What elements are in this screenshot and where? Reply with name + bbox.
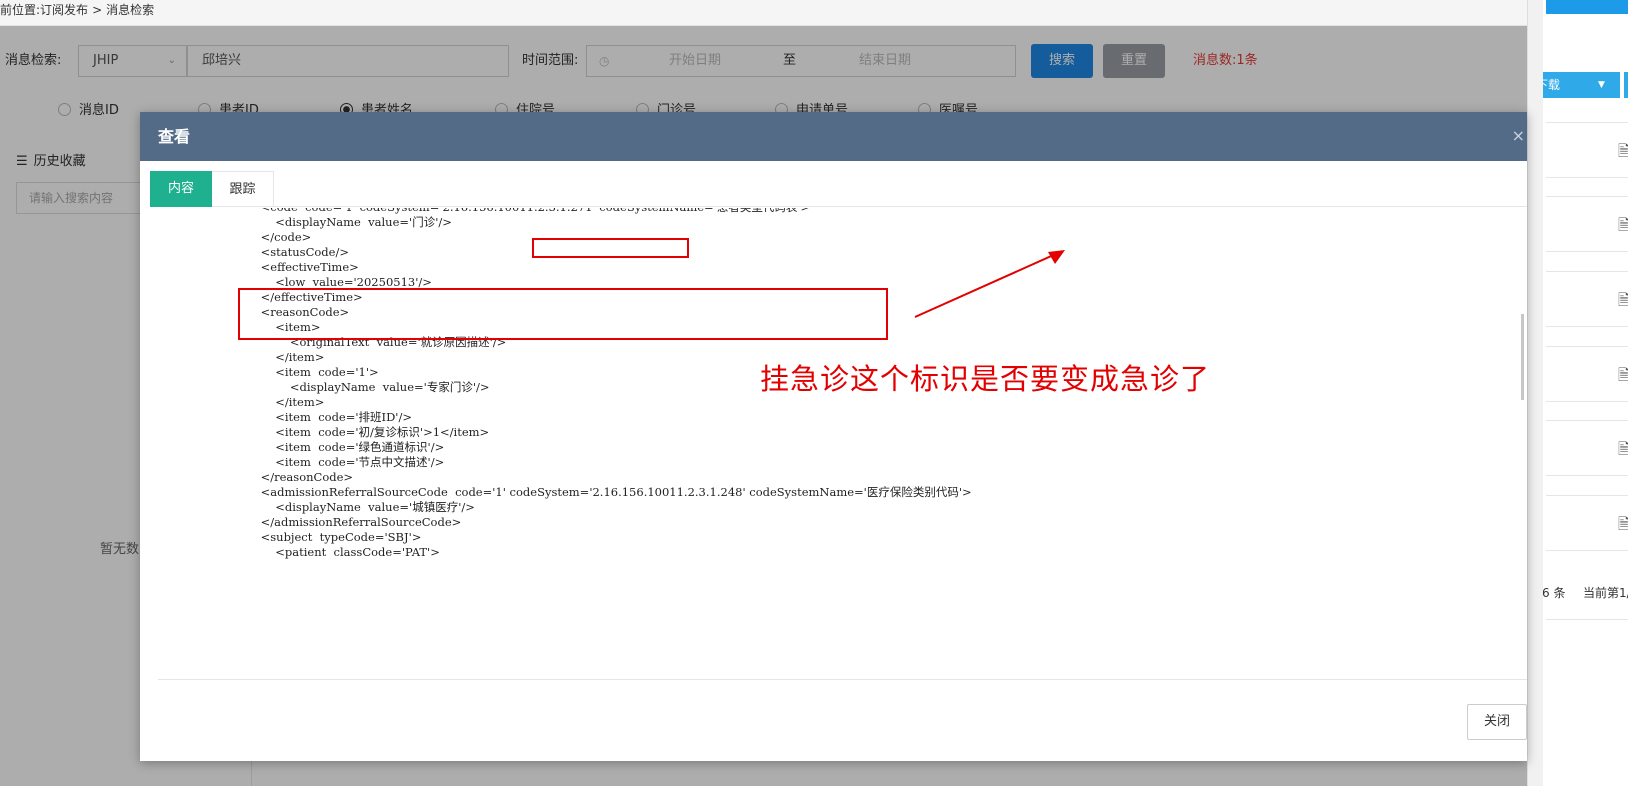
close-button[interactable]: 关闭 [1467, 704, 1527, 740]
scrollbar-thumb[interactable] [1531, 0, 1541, 786]
pager-current: 当前第1/ [1583, 586, 1628, 600]
code-line: <patient classCode='PAT'> [246, 545, 440, 559]
annotation-box-extension [532, 238, 689, 258]
annotation-arrow [914, 250, 1065, 318]
dialog-header: 查看 × [140, 112, 1527, 161]
code-line: </reasonCode> [246, 470, 354, 484]
code-line: <item code='节点中文描述'/> [246, 455, 445, 469]
xml-content-viewer[interactable]: <encounterEvent classCode='ENC' moodCode… [140, 208, 1527, 652]
annotation-box-code [238, 288, 888, 340]
breadcrumb-separator: > [92, 3, 103, 17]
document-search-icon[interactable]: 🗎 [1618, 215, 1628, 240]
breadcrumb-current: 消息检索 [106, 3, 155, 17]
login-button[interactable]: 登录 [1622, 72, 1628, 98]
code-line: <displayName value='专家门诊'/> [246, 380, 490, 394]
code-line: </item> [246, 350, 325, 364]
dialog-tabs: 内容 跟踪 [150, 171, 1527, 207]
breadcrumb-link[interactable]: 订阅发布 [40, 3, 88, 17]
dialog-title: 查看 [158, 127, 191, 146]
document-search-icon[interactable]: 🗎 [1618, 514, 1628, 539]
view-dialog: 查看 × 内容 跟踪 <encounterEvent classCode='EN… [140, 112, 1527, 761]
code-line: <subject typeCode='SBJ'> [246, 530, 422, 544]
breadcrumb-prefix: 前位置: [0, 3, 41, 17]
list-row: 🗎 [1546, 495, 1628, 551]
download-button[interactable]: 下载 ▼ [1542, 72, 1620, 98]
list-row: 🗎 [1546, 122, 1628, 178]
code-line: <displayName value='门诊'/> [246, 215, 452, 229]
list-row: 🗎 [1546, 346, 1628, 402]
list-row: 🗎 [1546, 271, 1628, 327]
tab-content[interactable]: 内容 [150, 171, 212, 207]
close-icon[interactable]: × [1512, 126, 1525, 145]
code-line: <code code='1' codeSystem='2.16.156.1001… [246, 208, 811, 215]
code-line: </code> [246, 230, 312, 244]
page-scrollbar[interactable] [1527, 0, 1543, 786]
code-line: <admissionReferralSourceCode code='1' co… [246, 485, 972, 499]
tab-trace[interactable]: 跟踪 [212, 171, 274, 207]
list-row: 🗎 [1546, 420, 1628, 476]
right-topbar [1546, 0, 1628, 14]
breadcrumb: 前位置:订阅发布 > 消息检索 [0, 0, 1527, 26]
code-line: <item code='初/复诊标识'>1</item> [246, 425, 490, 439]
code-line: <statusCode/> [246, 245, 349, 259]
dialog-footer-divider [158, 679, 1527, 680]
pager-total: 6 条 [1542, 586, 1566, 600]
code-line: <item code='1'> [246, 365, 379, 379]
content-scrollbar[interactable] [1521, 216, 1527, 652]
document-search-icon[interactable]: 🗎 [1618, 290, 1628, 315]
code-line: <item code='绿色通道标识'/> [246, 440, 445, 454]
code-line: <effectiveTime> [246, 260, 359, 274]
download-label: 下载 [1542, 78, 1561, 92]
annotation-comment: 挂急诊这个标识是否要变成急诊了 [760, 362, 1211, 396]
scrollbar-thumb[interactable] [1521, 314, 1524, 400]
document-search-icon[interactable]: 🗎 [1618, 439, 1628, 464]
code-line: <item code='排班ID'/> [246, 410, 412, 424]
code-line: </admissionReferralSourceCode> [246, 515, 462, 529]
list-row: 🗎 [1546, 196, 1628, 252]
document-search-icon[interactable]: 🗎 [1618, 365, 1628, 390]
code-line: <displayName value='城镇医疗'/> [246, 500, 475, 514]
document-search-icon[interactable]: 🗎 [1618, 141, 1628, 166]
caret-down-icon: ▼ [1598, 80, 1605, 90]
code-line: </item> [246, 395, 325, 409]
pager-divider [1546, 619, 1628, 620]
